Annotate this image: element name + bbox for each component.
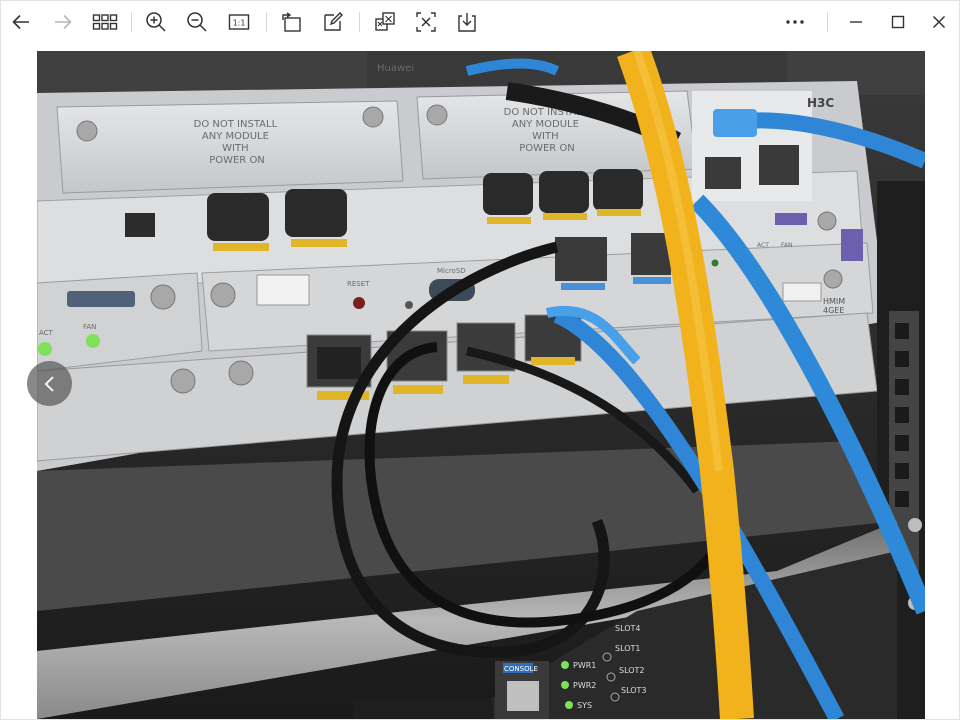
arrow-right-icon [55,14,72,30]
brand-label: H3C [807,96,834,110]
fan-label-right: FAN [781,242,793,249]
console-label: CONSOLE [504,665,538,673]
image-viewport: Huawei DO NOT INSTALL ANY MODULE WITH PO… [1,43,959,719]
rack-photo-illustration: Huawei DO NOT INSTALL ANY MODULE WITH PO… [37,51,925,719]
image-viewer-window: 1:1 Huawei DO NOT INSTALL ANY MODULE WIT… [0,0,960,720]
maximize-button[interactable] [883,7,913,37]
zoom-out-button[interactable] [182,7,212,37]
download-icon [458,13,476,32]
chevron-left-icon [44,375,54,392]
zoom-in-icon [146,12,166,32]
rotate-button[interactable] [277,7,307,37]
rotate-icon [282,12,301,32]
back-button[interactable] [6,7,36,37]
more-button[interactable] [780,7,810,37]
slot3-label: SLOT3 [621,686,647,695]
toolbar-separator [131,12,132,32]
actual-size-label: 1:1 [233,19,246,28]
actual-size-icon: 1:1 [228,14,250,30]
act-label: ACT [757,242,769,249]
maximize-icon [891,15,905,29]
pwr1-label: PWR1 [573,661,596,670]
minimize-button[interactable] [841,7,871,37]
toolbar-separator [359,12,360,32]
hmim-label: HMIM [823,297,845,306]
forward-button[interactable] [48,7,78,37]
gallery-button[interactable] [89,7,121,37]
pwr2-label: PWR2 [573,681,596,690]
hmim-sub-label: 4GEE [823,306,844,315]
arrow-left-icon [12,14,29,30]
close-button[interactable] [924,7,954,37]
zoom-in-button[interactable] [141,7,171,37]
photo[interactable]: Huawei DO NOT INSTALL ANY MODULE WITH PO… [37,51,925,719]
toolbar-separator [827,12,828,32]
formula-icon [416,12,436,32]
slot2-label: SLOT2 [619,666,645,675]
edit-button[interactable] [318,7,348,37]
compare-icon [375,12,395,31]
toolbar-separator [266,12,267,32]
close-icon [932,15,946,29]
microsd-label: MicroSD [437,267,466,275]
slot1-label: SLOT1 [615,644,641,653]
fan-label-left: FAN [83,323,96,331]
compare-button[interactable] [370,7,400,37]
save-button[interactable] [452,7,482,37]
grid-icon [92,14,118,30]
previous-image-button[interactable] [27,361,72,406]
edit-icon [324,12,343,31]
top-device-label: Huawei [377,63,414,74]
reset-label: RESET [347,280,370,288]
sys-label: SYS [577,701,592,710]
zoom-out-icon [187,12,207,32]
formula-button[interactable] [411,7,441,37]
act-label-left: ACT [39,329,54,337]
minimize-icon [850,21,862,23]
more-icon [786,20,804,24]
actual-size-button[interactable]: 1:1 [224,7,254,37]
slot4-label: SLOT4 [615,624,641,633]
toolbar: 1:1 [1,1,959,43]
